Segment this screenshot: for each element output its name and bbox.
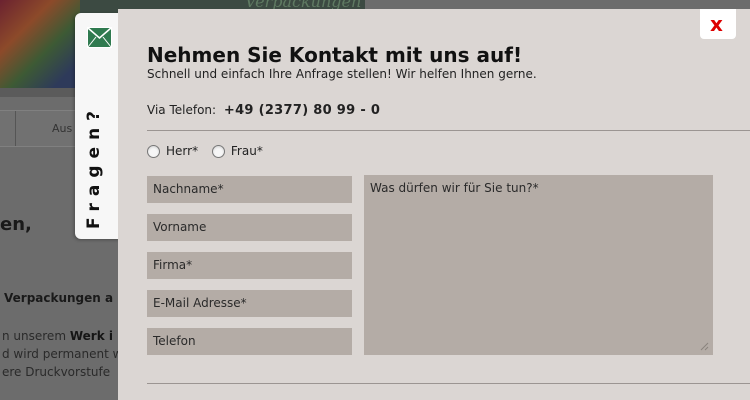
phone-number: +49 (2377) 80 99 - 0 (223, 103, 381, 118)
radio-label: Herr* (166, 144, 199, 158)
email-field[interactable]: E-Mail Adresse* (147, 290, 352, 317)
message-placeholder: Was dürfen wir für Sie tun?* (370, 181, 539, 195)
close-icon: x (710, 12, 723, 36)
phone-label: Via Telefon: (147, 103, 217, 117)
radio-frau[interactable]: Frau* (211, 144, 263, 158)
nav-item: Aus (52, 122, 73, 135)
side-tab-label: Fragen? (84, 103, 104, 229)
background-bold-text: Verpackungen a (4, 291, 114, 305)
radio-button[interactable] (147, 144, 160, 158)
background-text-line: ere Druckvorstufe (2, 365, 111, 379)
firma-field[interactable]: Firma* (147, 252, 352, 279)
salutation-radio-group: Herr* Frau* (147, 144, 273, 162)
contact-modal: x Nehmen Sie Kontakt mit uns auf! Schnel… (118, 9, 750, 400)
divider (147, 130, 750, 131)
line-bold-text: Werk i (69, 329, 113, 343)
telefon-field[interactable]: Telefon (147, 328, 352, 355)
nav-divider (15, 111, 16, 146)
background-heading: en, (0, 214, 32, 235)
line-text: n unserem (2, 329, 70, 343)
radio-label: Frau* (230, 144, 263, 158)
close-button[interactable]: x (700, 9, 736, 39)
modal-subtitle: Schnell und einfach Ihre Anfrage stellen… (147, 67, 537, 81)
contact-side-tab[interactable]: Fragen? (75, 13, 120, 239)
radio-herr[interactable]: Herr* (147, 144, 198, 158)
banner-image (0, 0, 80, 97)
vorname-field[interactable]: Vorname (147, 214, 352, 241)
resize-handle-icon[interactable] (699, 341, 709, 351)
divider (147, 383, 750, 384)
nachname-field[interactable]: Nachname* (147, 176, 352, 203)
phone-line: Via Telefon: +49 (2377) 80 99 - 0 (147, 103, 380, 118)
background-text-line: d wird permanent w (2, 347, 123, 361)
background-text-line: n unserem Werk i (2, 329, 113, 343)
message-textarea[interactable]: Was dürfen wir für Sie tun?* (364, 175, 713, 355)
modal-title: Nehmen Sie Kontakt mit uns auf! (147, 43, 523, 67)
envelope-icon (87, 27, 112, 48)
radio-button[interactable] (211, 144, 225, 158)
